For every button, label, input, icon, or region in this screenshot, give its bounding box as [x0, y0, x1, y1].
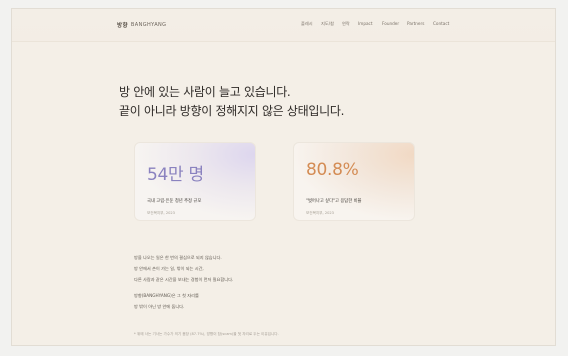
landing-page: 방향 BANGHYANG 플레시 지도/참 연락 Impact Founder …: [11, 8, 556, 346]
hero-heading: 방 안에 있는 사람이 늘고 있습니다. 끝이 아니라 방향이 정해지지 않은 …: [119, 83, 344, 121]
nav-item-contact[interactable]: Contact: [433, 21, 449, 26]
stat-card-youth: 54만 명 국내 고립·은둔 청년 추정 규모 보건복지부, 2023: [134, 142, 256, 221]
brand-logo[interactable]: 방향 BANGHYANG: [117, 21, 166, 29]
paragraph-line: 방향(BANGHYANG)은 그 첫 자리를: [134, 293, 199, 298]
hero-line-1: 방 안에 있는 사람이 늘고 있습니다.: [119, 85, 291, 99]
paragraph-line: 방 밖이 아닌 방 안에 둡니다.: [134, 304, 185, 309]
brand-name-ko: 방향: [117, 23, 128, 29]
browser-frame: 방향 BANGHYANG 플레시 지도/참 연락 Impact Founder …: [0, 0, 568, 356]
stat-caption: 국내 고립·은둔 청년 추정 규모: [147, 199, 202, 204]
nav-item-1[interactable]: 플레시: [301, 21, 313, 27]
paragraph-line: 방 안에서 손이 가는 일, 밖이 되는 시간,: [134, 266, 204, 271]
nav-item-2[interactable]: 지도/참: [321, 21, 334, 27]
nav-item-partners[interactable]: Partners: [407, 21, 424, 26]
stat-value: 54만 명: [147, 165, 204, 185]
stat-source: 보건복지부, 2023: [147, 211, 175, 215]
stat-caption: "벗어나고 싶다"고 응답한 비율: [306, 199, 362, 204]
nav-item-3[interactable]: 연락: [342, 21, 350, 27]
stat-source: 보건복지부, 2023: [306, 211, 334, 215]
paragraph-line: 다른 사람과 같은 시간을 보내는 경험이 먼저 필요합니다.: [134, 277, 234, 282]
top-navigation: 방향 BANGHYANG 플레시 지도/참 연락 Impact Founder …: [12, 9, 555, 42]
hero-line-2: 끝이 아니라 방향이 정해지지 않은 상태입니다.: [119, 104, 345, 118]
paragraph-line: 방을 나오는 일은 한 번의 결심으로 되지 않습니다.: [134, 255, 222, 260]
stat-value: 80.8%: [306, 160, 359, 180]
nav-item-founder[interactable]: Founder: [382, 21, 399, 26]
stat-card-percent: 80.8% "벗어나고 싶다"고 응답한 비율 보건복지부, 2023: [293, 142, 415, 221]
footnote: * 위에 사는 기사는 가수가 의기 몸장 (87.7%), 방향이 참(sca…: [134, 332, 279, 336]
brand-name-en: BANGHYANG: [130, 22, 167, 28]
nav-item-impact[interactable]: Impact: [358, 21, 372, 26]
